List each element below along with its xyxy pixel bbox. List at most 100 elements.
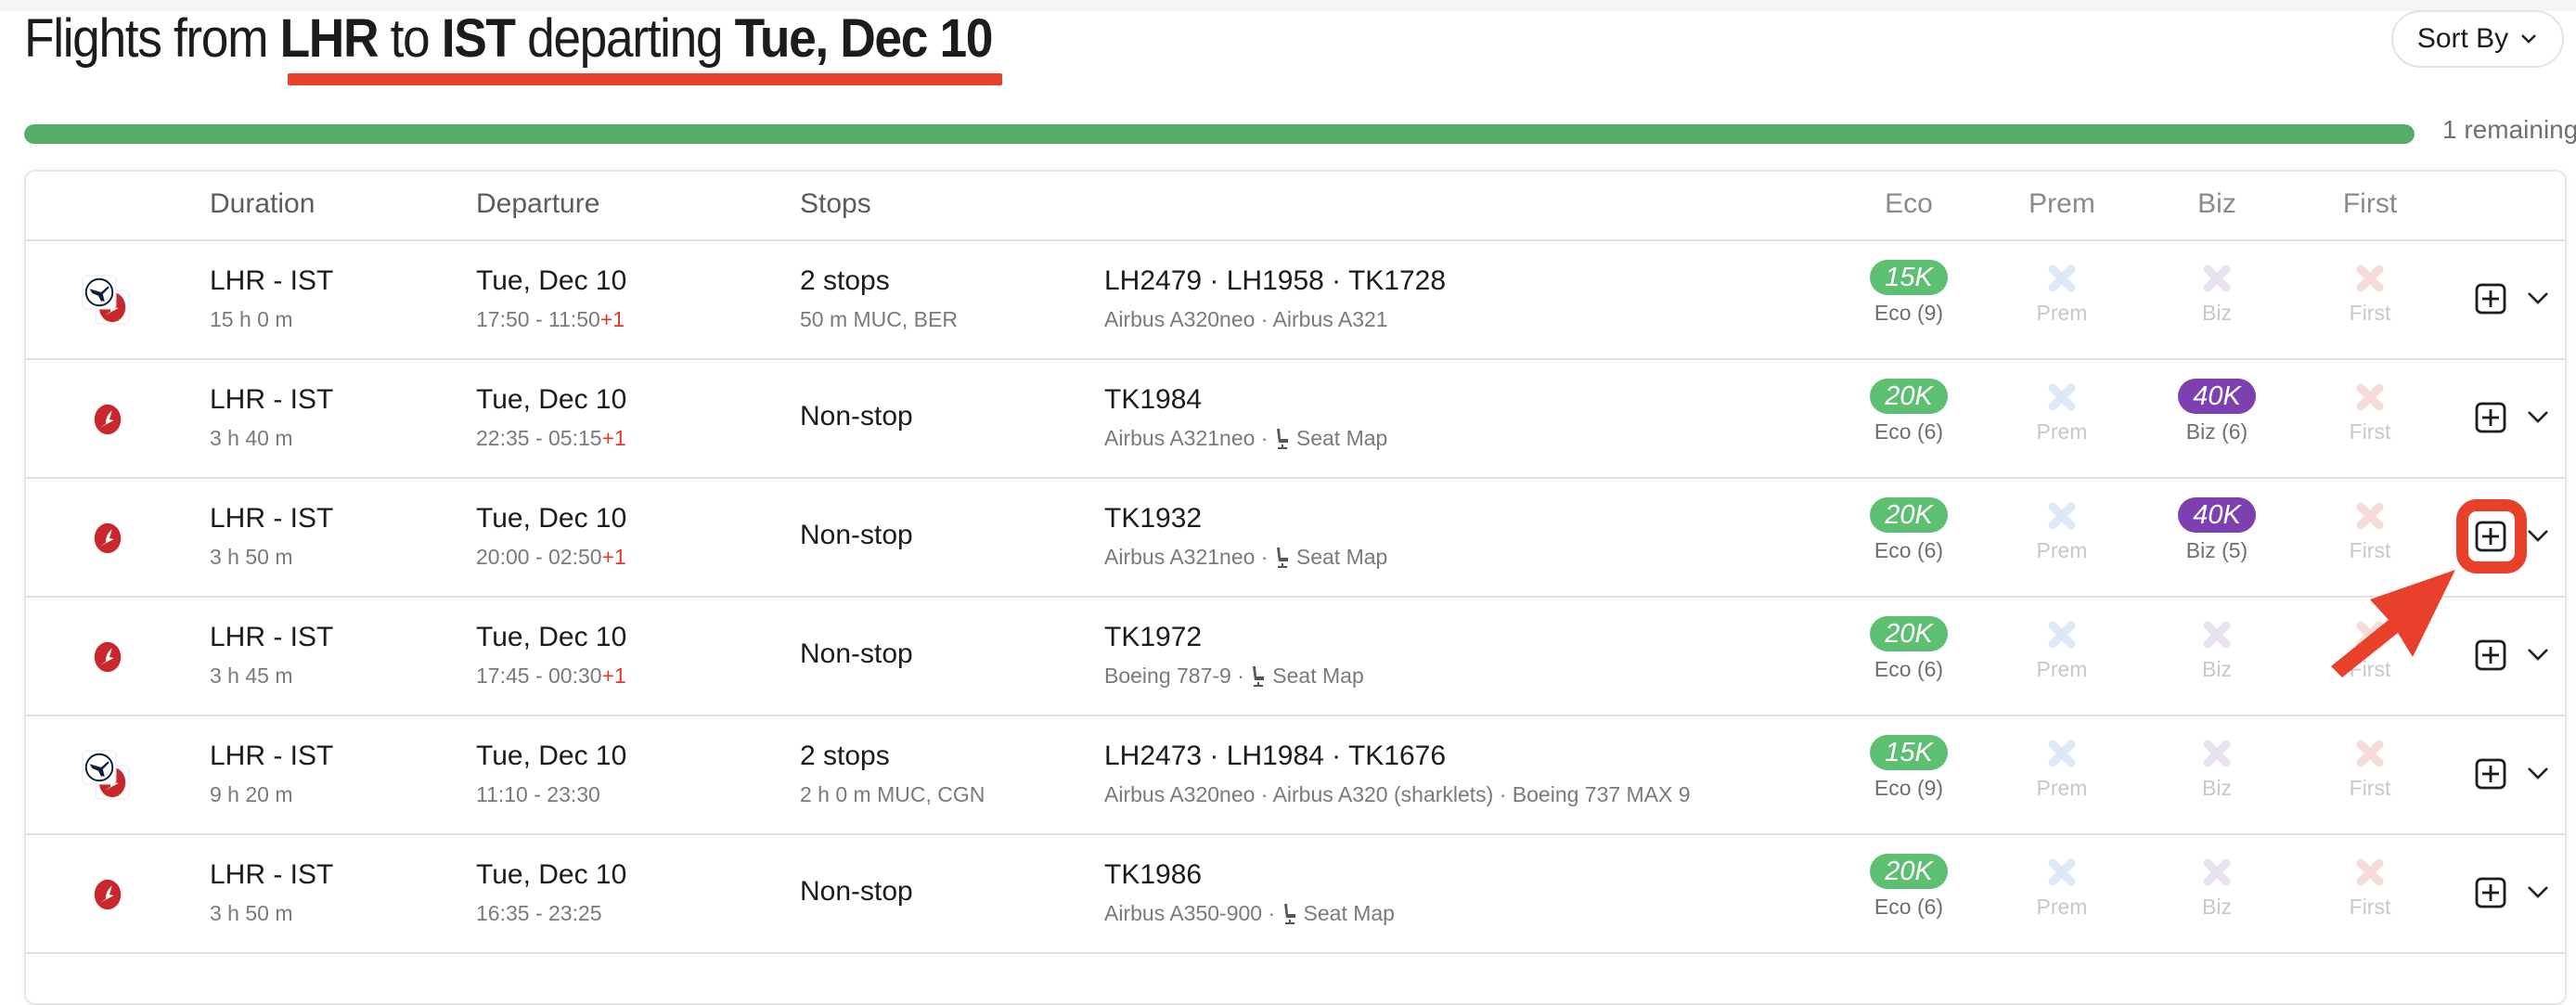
cabin-label-prem: Prem — [2036, 538, 2088, 562]
add-flight-plus-icon[interactable] — [2475, 639, 2506, 671]
stops-detail: 50 m MUC, BER — [800, 307, 958, 331]
duration: 3 h 50 m — [210, 545, 293, 569]
stops: Non-stop — [800, 876, 913, 907]
column-header-departure[interactable]: Departure — [476, 188, 599, 220]
annotation-underline — [288, 73, 1002, 85]
cabin-prem: Prem — [2006, 616, 2118, 682]
separator: · — [1262, 901, 1282, 925]
cabin-prem: Prem — [2006, 735, 2118, 801]
search-progress-fill — [24, 124, 2415, 144]
expand-chevron-down-icon[interactable] — [2526, 527, 2550, 544]
price-badge-biz[interactable]: 40K — [2178, 379, 2256, 414]
add-flight-plus-icon[interactable] — [2475, 402, 2506, 433]
departure-date: Tue, Dec 10 — [476, 741, 627, 771]
departure-date: Tue, Dec 10 — [476, 503, 627, 534]
time-range: 11:10 - 23:30 — [476, 782, 600, 806]
column-header-first[interactable]: First — [2343, 188, 2397, 220]
route: LHR - IST — [210, 384, 334, 415]
seat-map-link[interactable]: Seat Map — [1274, 545, 1387, 569]
cabin-prem: Prem — [2006, 854, 2118, 920]
price-badge-eco[interactable]: 20K — [1870, 854, 1948, 889]
cabin-eco[interactable]: 20K Eco (6) — [1853, 497, 1964, 563]
seat-map-link[interactable]: Seat Map — [1282, 901, 1395, 925]
cabin-label-prem: Prem — [2036, 657, 2088, 681]
price-badge-biz[interactable]: 40K — [2178, 497, 2256, 533]
separator: · — [1230, 664, 1251, 688]
departure-date: Tue, Dec 10 — [476, 622, 627, 652]
duration: 3 h 45 m — [210, 664, 293, 688]
time-range: 22:35 - 05:15 — [476, 426, 602, 450]
turkish-airlines-logo-icon — [82, 869, 134, 921]
cabin-eco[interactable]: 20K Eco (6) — [1853, 616, 1964, 682]
unavailable-x-icon — [2006, 737, 2118, 770]
cabin-eco[interactable]: 20K Eco (6) — [1853, 854, 1964, 920]
unavailable-x-icon — [2161, 856, 2273, 889]
seat-map-link[interactable]: Seat Map — [1274, 426, 1387, 450]
cabin-label-biz: Biz — [2202, 895, 2232, 919]
cabin-label-first: First — [2349, 776, 2391, 800]
column-header-stops[interactable]: Stops — [800, 188, 871, 220]
price-badge-eco[interactable]: 15K — [1870, 735, 1948, 770]
duration: 3 h 50 m — [210, 901, 293, 925]
cabin-eco[interactable]: 15K Eco (9) — [1853, 735, 1964, 801]
flight-row[interactable]: LHR - IST 3 h 40 m Tue, Dec 10 22:35 - 05:1… — [26, 358, 2565, 479]
column-header-duration[interactable]: Duration — [210, 188, 315, 220]
cabin-biz: Biz — [2161, 260, 2273, 326]
title-part: IST — [441, 8, 516, 69]
expand-chevron-down-icon[interactable] — [2526, 408, 2550, 425]
expand-chevron-down-icon[interactable] — [2526, 765, 2550, 781]
add-flight-plus-icon[interactable] — [2475, 758, 2506, 790]
cabin-prem: Prem — [2006, 497, 2118, 563]
aircraft-type: Airbus A321neo — [1104, 545, 1256, 569]
price-badge-eco[interactable]: 20K — [1870, 497, 1948, 533]
flight-row[interactable]: LHR - IST 15 h 0 m Tue, Dec 10 17:50 - 11:5… — [26, 239, 2565, 360]
stops: 2 stops — [800, 741, 890, 771]
day-offset: +1 — [599, 307, 625, 331]
cabin-label-first: First — [2349, 657, 2391, 681]
cabin-first: First — [2314, 379, 2426, 445]
cabin-biz[interactable]: 40K Biz (6) — [2161, 379, 2273, 445]
cabin-label-eco: Eco (9) — [1874, 301, 1944, 325]
seat-icon — [1276, 548, 1288, 568]
flight-numbers: TK1984 — [1104, 384, 1203, 415]
cabin-label-biz: Biz (6) — [2185, 419, 2248, 444]
cabin-biz[interactable]: 40K Biz (5) — [2161, 497, 2273, 563]
flight-row[interactable]: LHR - IST 3 h 45 m Tue, Dec 10 17:45 - 00:3… — [26, 596, 2565, 716]
day-offset: +1 — [601, 426, 626, 450]
cabin-label-prem: Prem — [2036, 419, 2088, 444]
price-badge-eco[interactable]: 15K — [1870, 260, 1948, 295]
separator: · — [1255, 545, 1274, 569]
time-range: 17:50 - 11:50 — [476, 307, 600, 331]
price-badge-eco[interactable]: 20K — [1870, 616, 1948, 651]
lufthansa-turkish-logo-icon — [82, 275, 134, 327]
price-badge-eco[interactable]: 20K — [1870, 379, 1948, 414]
stops: Non-stop — [800, 520, 913, 550]
unavailable-x-icon — [2006, 262, 2118, 295]
add-flight-plus-icon[interactable] — [2475, 877, 2506, 908]
unavailable-x-icon — [2314, 499, 2426, 533]
cabin-label-first: First — [2349, 895, 2391, 919]
seat-map-link[interactable]: Seat Map — [1250, 664, 1364, 688]
flight-row[interactable]: LHR - IST 3 h 50 m Tue, Dec 10 20:00 - 02:5… — [26, 477, 2565, 598]
duration: 15 h 0 m — [210, 307, 293, 331]
column-header-prem[interactable]: Prem — [2029, 188, 2095, 220]
expand-chevron-down-icon[interactable] — [2526, 883, 2550, 900]
add-flight-plus-icon[interactable] — [2475, 521, 2506, 552]
unavailable-x-icon — [2161, 618, 2273, 651]
expand-chevron-down-icon[interactable] — [2526, 646, 2550, 663]
seat-icon — [1276, 429, 1288, 449]
flight-row[interactable]: LHR - IST 3 h 50 m Tue, Dec 10 16:35 - 23:2… — [26, 833, 2565, 954]
cabin-biz: Biz — [2161, 854, 2273, 920]
cabin-label-prem: Prem — [2036, 895, 2088, 919]
unavailable-x-icon — [2161, 262, 2273, 295]
expand-chevron-down-icon[interactable] — [2526, 290, 2550, 306]
sort-by-button[interactable]: Sort By — [2391, 10, 2564, 68]
cabin-eco[interactable]: 20K Eco (6) — [1853, 379, 1964, 445]
departure-date: Tue, Dec 10 — [476, 384, 627, 415]
add-flight-plus-icon[interactable] — [2475, 283, 2506, 315]
flight-row[interactable]: LHR - IST 9 h 20 m Tue, Dec 10 11:10 - 23:3… — [26, 715, 2565, 835]
title-part: Tue, Dec 10 — [734, 8, 994, 69]
column-header-eco[interactable]: Eco — [1885, 188, 1933, 220]
cabin-eco[interactable]: 15K Eco (9) — [1853, 260, 1964, 326]
column-header-biz[interactable]: Biz — [2197, 188, 2236, 220]
